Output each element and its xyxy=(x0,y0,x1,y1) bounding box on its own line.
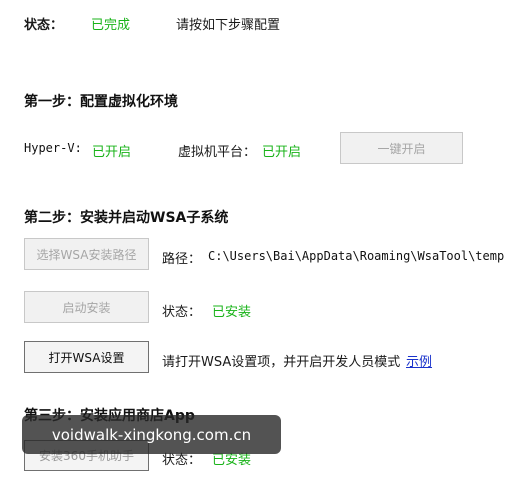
watermark-text: voidwalk-xingkong.com.cn xyxy=(51,425,252,444)
status-label: 状态： xyxy=(24,18,64,33)
vm-platform-label: 虚拟机平台： xyxy=(178,145,257,160)
step1-title: 第一步：配置虚拟化环境 xyxy=(24,94,178,110)
settings-hint: 请打开WSA设置项，并开启开发人员模式 xyxy=(162,355,401,370)
instruction-text: 请按如下步骤配置 xyxy=(176,18,281,33)
hyperv-label: Hyper-V: xyxy=(24,141,82,155)
example-link[interactable]: 示例 xyxy=(406,351,432,370)
open-wsa-settings-button[interactable]: 打开WSA设置 xyxy=(24,341,149,373)
hyperv-status: 已开启 xyxy=(92,145,132,160)
path-label: 路径： xyxy=(162,252,202,267)
select-wsa-path-button[interactable]: 选择WSA安装路径 xyxy=(24,238,149,270)
install-status-label: 状态： xyxy=(162,305,202,320)
step2-title: 第二步：安装并启动WSA子系统 xyxy=(24,210,229,226)
vm-platform-status: 已开启 xyxy=(262,145,302,160)
watermark-overlay: voidwalk-xingkong.com.cn xyxy=(22,415,281,454)
path-value: C:\Users\Bai\AppData\Roaming\WsaTool\tem… xyxy=(208,249,505,263)
start-install-button[interactable]: 启动安装 xyxy=(24,291,149,323)
install-status-value: 已安装 xyxy=(212,305,252,320)
status-value: 已完成 xyxy=(91,18,131,33)
one-click-enable-button[interactable]: 一键开启 xyxy=(340,132,463,164)
